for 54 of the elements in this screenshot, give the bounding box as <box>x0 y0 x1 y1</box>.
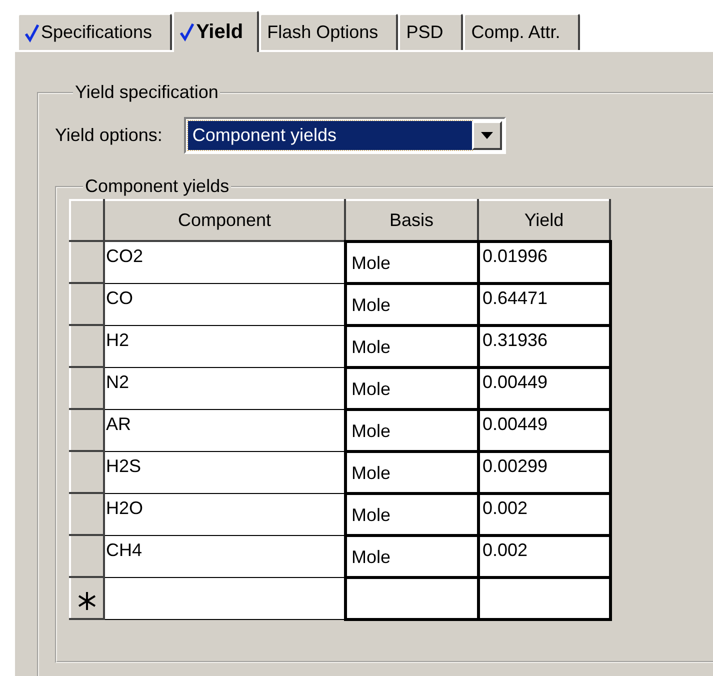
table-cell[interactable]: Mole <box>345 283 478 325</box>
row-header[interactable] <box>70 283 104 325</box>
row-header[interactable] <box>70 535 104 577</box>
row-header[interactable] <box>70 451 104 493</box>
checkmark-icon <box>180 22 194 42</box>
group-title: Component yields <box>84 176 230 197</box>
table-cell[interactable]: 0.00449 <box>478 367 610 409</box>
table-cell[interactable]: Mole <box>345 409 478 451</box>
column-header[interactable]: Basis <box>345 200 478 241</box>
table-cell[interactable]: CO2 <box>104 241 345 283</box>
table-cell[interactable] <box>478 577 610 619</box>
table-cell[interactable]: Mole <box>345 535 478 577</box>
new-row-icon <box>76 590 98 612</box>
table-cell[interactable]: H2O <box>104 493 345 535</box>
dropdown-button[interactable] <box>472 121 502 150</box>
table-cell[interactable] <box>104 577 345 619</box>
table-cell[interactable] <box>345 577 478 619</box>
table-cell[interactable]: CH4 <box>104 535 345 577</box>
row-header[interactable] <box>70 241 104 283</box>
field-label: Yield options: <box>55 125 162 146</box>
checkmark-icon <box>25 22 39 42</box>
table-cell[interactable]: 0.31936 <box>478 325 610 367</box>
table-cell[interactable]: 0.00449 <box>478 409 610 451</box>
table-cell[interactable]: Mole <box>345 241 478 283</box>
tab[interactable]: Flash Options <box>259 13 398 50</box>
tab[interactable]: PSD <box>398 13 464 50</box>
tab[interactable]: Yield <box>172 10 260 52</box>
tab[interactable]: Specifications <box>17 13 172 50</box>
table-cell[interactable]: 0.01996 <box>478 241 610 283</box>
row-header[interactable] <box>70 409 104 451</box>
yield-options-dropdown[interactable]: Component yields <box>184 117 506 154</box>
row-header[interactable] <box>70 493 104 535</box>
group-title: Yield specification <box>74 82 220 103</box>
table-cell[interactable]: Mole <box>345 367 478 409</box>
row-header[interactable] <box>70 325 104 367</box>
table-cell[interactable]: CO <box>104 283 345 325</box>
row-header[interactable] <box>70 367 104 409</box>
tab[interactable]: Comp. Attr. <box>463 13 580 50</box>
table-cell[interactable]: 0.002 <box>478 535 610 577</box>
table-cell[interactable]: AR <box>104 409 345 451</box>
row-header[interactable] <box>70 577 104 619</box>
table-cell[interactable]: 0.64471 <box>478 283 610 325</box>
caret-icon <box>481 132 494 139</box>
column-header[interactable]: Yield <box>478 200 610 241</box>
table-cell[interactable]: N2 <box>104 367 345 409</box>
table-cell[interactable]: H2 <box>104 325 345 367</box>
table-cell[interactable]: 0.002 <box>478 493 610 535</box>
table-cell[interactable]: 0.00299 <box>478 451 610 493</box>
table-cell[interactable]: Mole <box>345 451 478 493</box>
table-cell[interactable]: H2S <box>104 451 345 493</box>
table-cell[interactable]: Mole <box>345 325 478 367</box>
column-header[interactable]: Component <box>104 200 345 241</box>
corner-header <box>70 200 104 241</box>
table-cell[interactable]: Mole <box>345 493 478 535</box>
